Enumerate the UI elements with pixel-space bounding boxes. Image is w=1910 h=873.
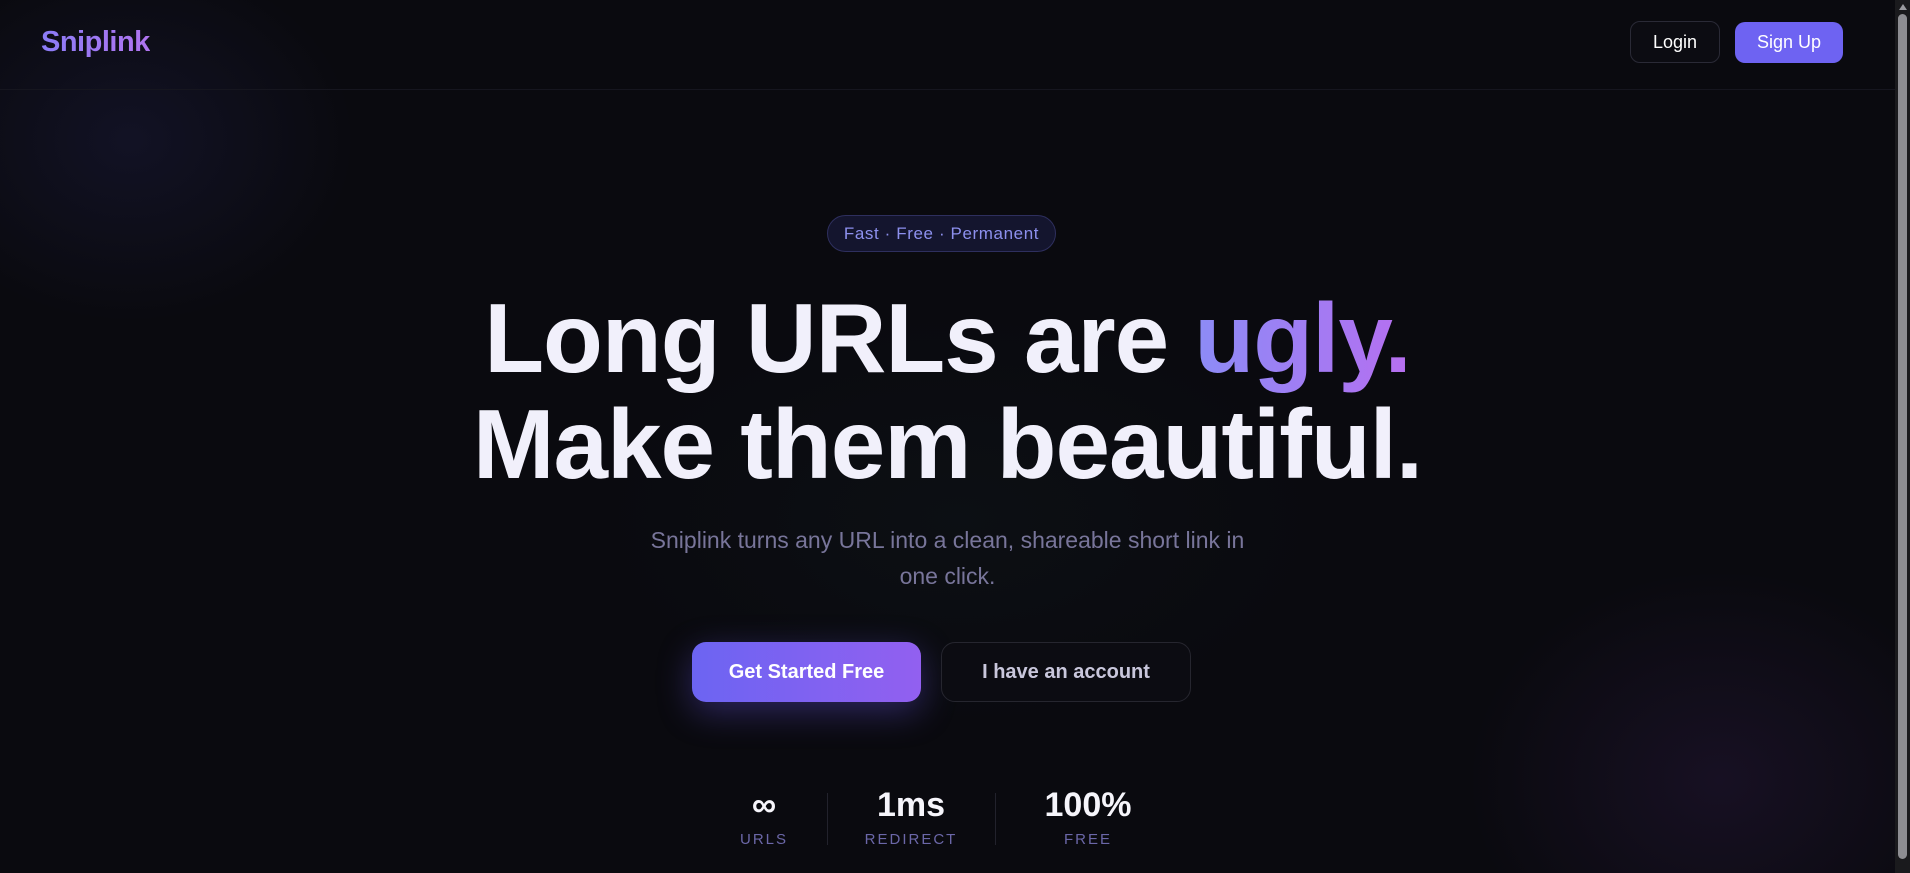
hero-subtext: Sniplink turns any URL into a clean, sha…: [650, 527, 1245, 589]
stat-free: 100% FREE: [1030, 785, 1146, 848]
brand-logo[interactable]: Sniplink: [41, 26, 150, 59]
headline-line-2: Make them beautiful.: [472, 389, 1423, 499]
login-button[interactable]: Login: [1630, 21, 1720, 63]
headline-line-1: Long URLs are ugly.: [484, 283, 1412, 393]
hero-headline: Long URLs are ugly. Make them beautiful.: [0, 285, 1895, 497]
landing-page: Sniplink Login Sign Up Fast · Free · Per…: [0, 0, 1910, 873]
signup-button[interactable]: Sign Up: [1735, 22, 1843, 63]
stat-redirect: 1ms REDIRECT: [860, 785, 962, 848]
scroll-up-arrow-icon[interactable]: [1899, 4, 1907, 10]
have-account-button[interactable]: I have an account: [941, 642, 1191, 702]
stat-urls: ∞ URLS: [724, 785, 804, 848]
tagline-badge: Fast · Free · Permanent: [827, 215, 1056, 252]
stat-label: REDIRECT: [864, 831, 958, 848]
stat-value: ∞: [751, 786, 777, 824]
stat-divider: [995, 793, 996, 845]
stat-label: URLS: [739, 831, 788, 848]
get-started-button[interactable]: Get Started Free: [692, 642, 921, 702]
stat-value: 100%: [1044, 786, 1132, 824]
stat-label: FREE: [1063, 831, 1112, 848]
vertical-scrollbar[interactable]: [1895, 0, 1910, 873]
stat-divider: [827, 793, 828, 845]
scrollbar-thumb[interactable]: [1898, 14, 1907, 859]
stat-value: 1ms: [876, 786, 946, 824]
top-nav: Sniplink Login Sign Up: [0, 0, 1895, 90]
headline-accent-word: ugly.: [1194, 283, 1411, 393]
headline-text: Long URLs are: [484, 283, 1195, 393]
